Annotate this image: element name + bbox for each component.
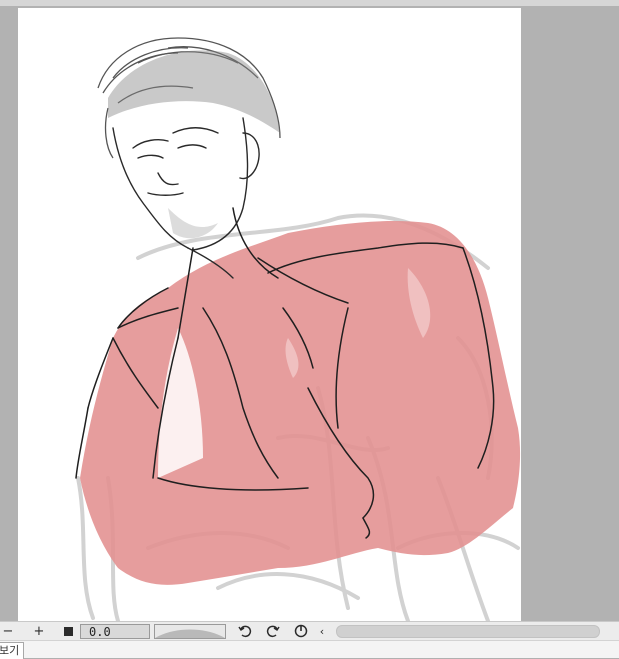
rotate-right-icon <box>266 625 280 638</box>
plus-icon: + <box>33 623 45 639</box>
drawing-canvas[interactable] <box>18 8 521 621</box>
chevron-left-icon: ‹ <box>319 624 325 638</box>
rotation-slider[interactable] <box>154 623 226 639</box>
reset-rotation-button[interactable] <box>292 623 310 639</box>
reset-rotation-icon <box>294 624 308 638</box>
minus-icon: − <box>2 623 14 639</box>
horizontal-scrollbar[interactable] <box>336 624 600 638</box>
zoom-in-button[interactable]: + <box>28 623 50 639</box>
rotation-angle-field[interactable]: 0.0 <box>80 623 150 639</box>
bottom-tabbar: 보기 <box>0 640 619 659</box>
canvas-workspace[interactable] <box>0 6 619 621</box>
canvas-statusbar: − + 0.0 ‹ <box>0 621 619 640</box>
zoom-out-button[interactable]: − <box>0 623 16 639</box>
sketch-artwork <box>75 37 521 621</box>
square-icon <box>63 626 73 636</box>
fit-to-window-button[interactable] <box>60 623 76 639</box>
rotation-slider-fill <box>155 629 225 638</box>
rotate-right-button[interactable] <box>264 623 282 639</box>
scroll-left-button[interactable]: ‹ <box>316 623 328 639</box>
rotate-left-button[interactable] <box>236 623 254 639</box>
rotate-left-icon <box>238 625 252 638</box>
tab-view[interactable]: 보기 <box>0 642 25 659</box>
